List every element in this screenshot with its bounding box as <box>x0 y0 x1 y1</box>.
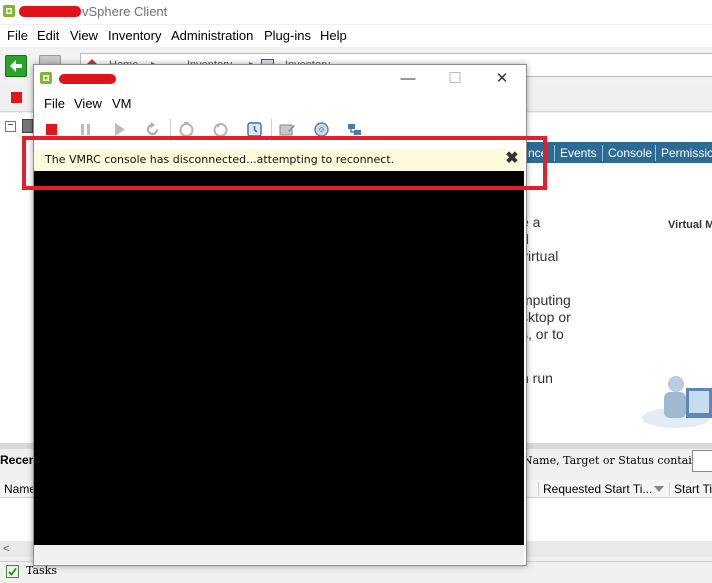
vm-console-screen[interactable] <box>34 171 524 545</box>
column-header-name[interactable]: Name <box>0 482 36 496</box>
tree-collapse-icon[interactable]: − <box>5 121 16 132</box>
highlight-annotation-box <box>22 136 547 190</box>
summary-text-fragment: sktop or <box>521 309 571 325</box>
client-menu-file[interactable]: File <box>7 28 28 43</box>
column-header-label: Requested Start Ti... <box>543 482 652 496</box>
summary-text-fragment: mputing <box>521 292 571 308</box>
host-icon <box>22 119 33 133</box>
maximize-button[interactable]: ☐ <box>432 67 478 91</box>
client-menu-bar <box>0 25 712 47</box>
client-menu-administration[interactable]: Administration <box>171 28 253 43</box>
tasks-icon <box>6 565 19 578</box>
back-button[interactable] <box>5 55 27 77</box>
client-window-title: vSphere Client <box>82 4 167 19</box>
tab-console[interactable]: Console <box>602 145 657 161</box>
summary-text-fragment: s, or to <box>521 326 564 342</box>
client-menu-view[interactable]: View <box>70 28 98 43</box>
tab-events[interactable]: Events <box>554 145 602 161</box>
redacted-vm-name <box>59 74 116 84</box>
vmrc-app-icon <box>39 71 53 85</box>
vmrc-menu-bar <box>34 93 524 113</box>
task-filter-input[interactable] <box>692 450 712 472</box>
power-off-icon[interactable] <box>11 92 22 103</box>
scroll-left-arrow-icon[interactable]: < <box>3 543 9 555</box>
client-menu-edit[interactable]: Edit <box>37 28 59 43</box>
sort-arrow-icon <box>654 486 664 492</box>
vmrc-menu-vm[interactable]: VM <box>112 96 132 111</box>
task-filter-label: Name, Target or Status contains: ▾ <box>523 454 712 467</box>
tab-permissions[interactable]: Permissio <box>655 145 712 161</box>
vmrc-menu-file[interactable]: File <box>44 96 65 111</box>
recent-tasks-heading: Recen <box>0 453 36 467</box>
redacted-hostname <box>19 6 81 17</box>
minimize-button[interactable]: — <box>385 67 431 91</box>
column-header-start-time[interactable]: Start Tir <box>669 482 712 496</box>
vmrc-menu-view[interactable]: View <box>74 96 102 111</box>
task-filter-label-text: Name, Target or Status contains: <box>523 454 708 467</box>
close-button[interactable]: ✕ <box>479 67 525 91</box>
client-menu-help[interactable]: Help <box>320 28 347 43</box>
column-header-requested-start[interactable]: Requested Start Ti... <box>538 482 668 496</box>
client-menu-plugins[interactable]: Plug-ins <box>264 28 311 43</box>
vsphere-app-icon <box>2 4 16 18</box>
virtual-machine-illustration <box>640 372 712 430</box>
summary-section-heading: Virtual M <box>668 219 712 231</box>
client-menu-inventory[interactable]: Inventory <box>108 28 161 43</box>
vmrc-window-bottom <box>34 545 524 564</box>
arrow-left-icon <box>6 56 26 76</box>
